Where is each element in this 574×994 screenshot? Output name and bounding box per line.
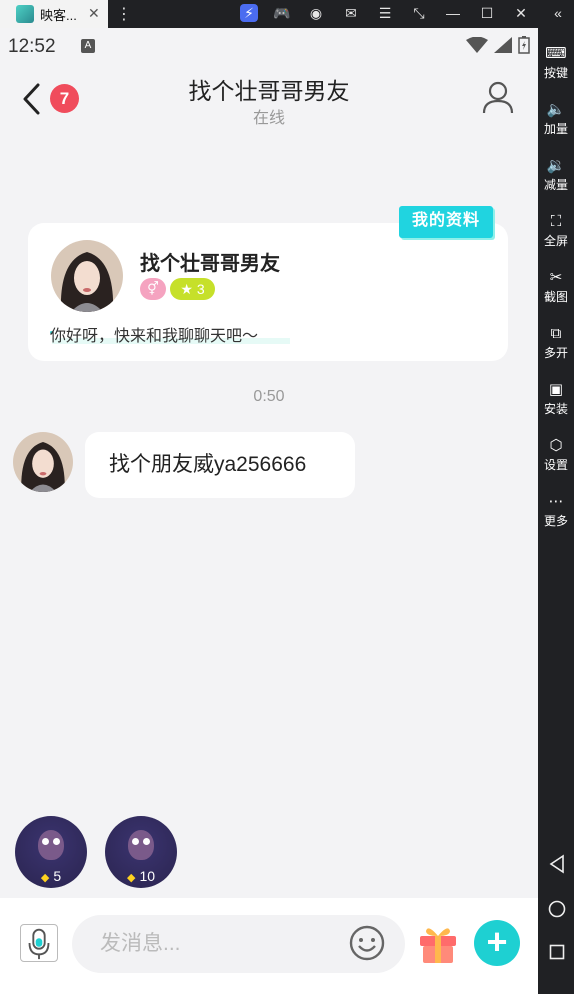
level-badge: ★ 3 <box>170 278 215 300</box>
scissors-icon: ✂ <box>549 269 563 286</box>
gift-price: ◆ 5 <box>40 868 62 884</box>
multi-instance-icon: ⧉ <box>550 325 562 342</box>
greeting-text: 你好呀，快来和我聊聊天吧～ <box>50 328 259 345</box>
wifi-icon <box>466 37 488 53</box>
gift-pet-icon <box>38 830 64 860</box>
keyboard-button[interactable]: ⌨ 按键 <box>538 44 574 81</box>
emoji-icon[interactable] <box>349 925 385 961</box>
chat-title: 找个壮哥哥男友 <box>188 78 350 104</box>
menu-dots-icon[interactable]: ⋮ <box>116 4 132 24</box>
signal-icon <box>494 37 512 53</box>
emulator-sidebar: ⌨ 按键 🔈 加量 🔉 减量 ⛶ 全屏 ✂ 截图 ⧉ 多开 ▣ 安装 ⬡ 设置 ⋯ 更多 <box>538 28 574 994</box>
clock: 12:52 <box>8 36 56 57</box>
keyboard-icon: ⌨ <box>545 45 567 62</box>
message-timestamp: 0:50 <box>253 388 285 405</box>
settings-button[interactable]: ⬡ 设置 <box>538 436 574 473</box>
composer-bar: + <box>0 898 538 994</box>
avatar[interactable] <box>51 240 123 312</box>
volume-down-button[interactable]: 🔉 减量 <box>538 156 574 193</box>
close-icon[interactable]: ✕ <box>512 4 530 22</box>
chat-header: 7 找个壮哥哥男友 在线 <box>0 64 538 134</box>
volume-up-button[interactable]: 🔈 加量 <box>538 100 574 137</box>
tab-close-icon[interactable]: ✕ <box>88 5 100 22</box>
star-icon: ★ <box>180 280 193 297</box>
diamond-icon: ◆ <box>126 872 136 884</box>
app-icon <box>16 5 34 23</box>
fullscreen-icon: ⛶ <box>550 213 562 230</box>
profile-icon[interactable] <box>482 80 514 114</box>
notification-a-icon: A <box>81 39 95 53</box>
apk-install-icon: ▣ <box>548 381 564 398</box>
app-tab[interactable]: 映客... ✕ <box>0 0 108 28</box>
gift-price: ◆ 10 <box>126 868 156 884</box>
more-icon: ⋯ <box>548 493 564 510</box>
quick-gift-1[interactable]: ◆ 5 <box>15 816 87 888</box>
maximize-icon[interactable]: ☐ <box>478 4 496 22</box>
settings-icon: ⬡ <box>549 437 563 454</box>
sync-icon[interactable]: ⚡ <box>240 4 258 22</box>
home-nav-icon[interactable] <box>548 900 566 918</box>
account-icon[interactable]: ◉ <box>307 4 325 22</box>
install-apk-button[interactable]: ▣ 安装 <box>538 380 574 417</box>
volume-down-icon: 🔉 <box>546 157 566 174</box>
emulator-titlebar: 映客... ✕ ⋮ ⚡ 🎮 ◉ ✉ ☰ ⤡ — ☐ ✕ « <box>0 0 574 28</box>
gender-badge: ⚥ <box>140 278 166 300</box>
gift-pet-icon <box>128 830 154 860</box>
message-bubble[interactable]: 找个朋友威ya256666 <box>85 432 355 498</box>
gamepad-icon[interactable]: 🎮 <box>273 4 291 22</box>
phone-screen: 12:52 A 7 找个壮哥哥男友 在线 找个壮哥哥男友 ⚥ ★ 3 你好呀，快… <box>0 28 538 994</box>
quick-gift-2[interactable]: ◆ 10 <box>105 816 177 888</box>
profile-card[interactable]: 找个壮哥哥男友 ⚥ ★ 3 你好呀，快来和我聊聊天吧～ <box>28 223 508 361</box>
back-nav-icon[interactable] <box>548 854 566 874</box>
status-bar: 12:52 A <box>0 28 538 64</box>
more-button[interactable]: ⋯ 更多 <box>538 492 574 529</box>
collapse-icon[interactable]: « <box>549 4 567 22</box>
my-profile-tag[interactable]: 我的资料 <box>399 206 493 238</box>
sender-avatar[interactable] <box>13 432 73 492</box>
online-status: 在线 <box>252 110 285 127</box>
mail-icon[interactable]: ✉ <box>342 4 360 22</box>
minimize-icon[interactable]: — <box>444 4 462 22</box>
profile-name: 找个壮哥哥男友 <box>140 253 280 275</box>
tab-title: 映客... <box>40 7 77 23</box>
diamond-icon: ◆ <box>40 872 50 884</box>
menu-icon[interactable]: ☰ <box>376 4 394 22</box>
resize-icon[interactable]: ⤡ <box>410 4 428 22</box>
multi-instance-button[interactable]: ⧉ 多开 <box>538 324 574 361</box>
screenshot-button[interactable]: ✂ 截图 <box>538 268 574 305</box>
gift-icon[interactable] <box>418 922 458 964</box>
microphone-icon[interactable] <box>20 924 58 962</box>
recents-nav-icon[interactable] <box>549 944 565 960</box>
volume-up-icon: 🔈 <box>546 101 566 118</box>
add-button[interactable]: + <box>474 920 520 966</box>
battery-icon <box>518 36 530 54</box>
fullscreen-button[interactable]: ⛶ 全屏 <box>538 212 574 249</box>
